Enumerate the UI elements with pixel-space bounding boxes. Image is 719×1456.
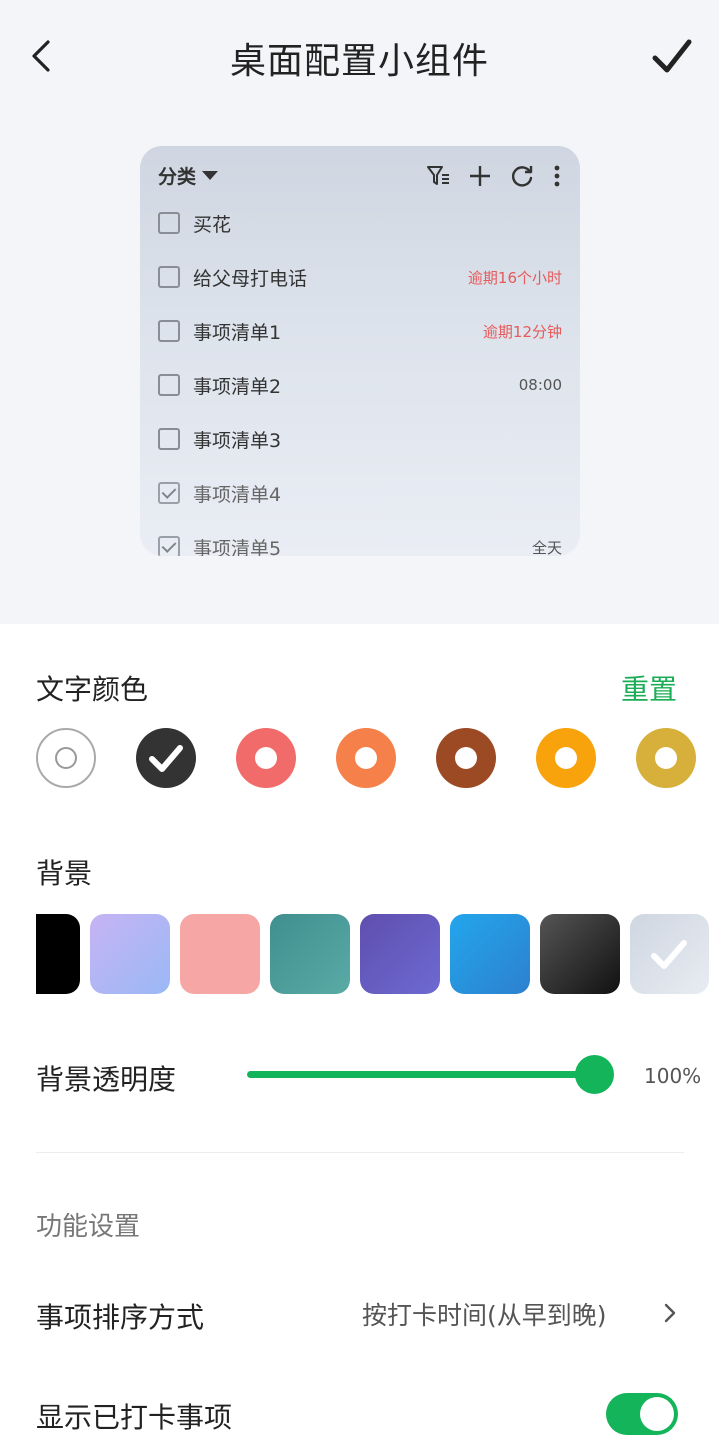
checkbox-icon <box>158 212 180 234</box>
background-tile-dark[interactable] <box>540 914 620 994</box>
page-title: 桌面配置小组件 <box>229 41 489 82</box>
list-item: 事项清单5 全天 <box>158 527 562 556</box>
item-label: 事项清单3 <box>193 429 282 452</box>
text-color-swatch-gold[interactable] <box>636 728 696 788</box>
checkbox-checked-icon <box>158 536 180 556</box>
item-meta: 逾期12分钟 <box>482 322 562 341</box>
opacity-slider-track[interactable] <box>247 1071 595 1078</box>
refresh-icon <box>510 162 534 190</box>
list-item: 事项清单2 08:00 <box>158 365 562 405</box>
background-tile-black[interactable] <box>36 914 80 994</box>
background-tile-pink[interactable] <box>180 914 260 994</box>
selected-check-icon <box>651 940 687 969</box>
background-tile-light-selected[interactable] <box>630 914 709 994</box>
add-icon <box>468 162 492 190</box>
widget-preview: 分类 买花 给父母打电话 逾期16个小时 事项清单1 逾期12分钟 事项清单2 … <box>140 146 580 556</box>
filter-icon <box>426 162 450 190</box>
text-color-swatch-white[interactable] <box>36 728 96 788</box>
item-label: 事项清单1 <box>193 321 282 344</box>
item-label: 事项清单2 <box>193 375 282 398</box>
category-dropdown: 分类 <box>158 162 219 189</box>
text-color-swatch-red[interactable] <box>236 728 296 788</box>
ring-icon <box>55 747 77 769</box>
background-tile-purple[interactable] <box>360 914 440 994</box>
checkbox-icon <box>158 374 180 396</box>
item-meta: 全天 <box>531 538 562 557</box>
background-tile-teal[interactable] <box>270 914 350 994</box>
caret-down-icon <box>202 171 219 180</box>
opacity-value: 100% <box>644 1064 702 1088</box>
selected-check-icon <box>149 745 183 772</box>
item-meta: 逾期16个小时 <box>467 268 562 287</box>
item-label: 事项清单5 <box>193 537 282 557</box>
widget-header: 分类 <box>158 162 562 194</box>
show-done-label: 显示已打卡事项 <box>36 1401 233 1434</box>
reset-button[interactable]: 重置 <box>621 668 677 708</box>
chevron-right-icon[interactable] <box>660 1300 680 1326</box>
toggle-knob <box>640 1397 674 1431</box>
background-label: 背景 <box>36 857 93 890</box>
sort-order-label[interactable]: 事项排序方式 <box>36 1296 204 1336</box>
list-item: 事项清单3 <box>158 419 562 459</box>
background-tile-blue[interactable] <box>450 914 530 994</box>
text-color-swatch-brown[interactable] <box>436 728 496 788</box>
divider <box>36 1152 684 1153</box>
list-item: 买花 <box>158 203 562 243</box>
sort-order-value[interactable]: 按打卡时间(从早到晚) <box>362 1296 607 1332</box>
text-color-swatch-orange[interactable] <box>336 728 396 788</box>
list-item: 事项清单1 逾期12分钟 <box>158 311 562 351</box>
text-color-label: 文字颜色 <box>36 673 149 706</box>
show-done-toggle[interactable] <box>606 1393 678 1435</box>
checkbox-icon <box>158 428 180 450</box>
checkbox-icon <box>158 320 180 342</box>
more-vertical-icon <box>552 162 562 190</box>
background-tile-lavender[interactable] <box>90 914 170 994</box>
opacity-slider-handle[interactable] <box>575 1055 614 1094</box>
item-meta: 08:00 <box>518 376 562 394</box>
checkbox-checked-icon <box>158 482 180 504</box>
item-label: 事项清单4 <box>193 483 282 506</box>
list-item: 给父母打电话 逾期16个小时 <box>158 257 562 297</box>
text-color-swatch-black-selected[interactable] <box>136 728 196 788</box>
function-settings-label: 功能设置 <box>36 1212 141 1242</box>
item-label: 给父母打电话 <box>193 267 308 290</box>
widget-preview-area: 桌面配置小组件 分类 买花 给父母打电话 逾期16个小时 事项清单1 逾期12分… <box>0 0 719 624</box>
text-color-swatch-amber[interactable] <box>536 728 596 788</box>
list-item: 事项清单4 <box>158 473 562 513</box>
item-label: 买花 <box>193 213 232 236</box>
category-label: 分类 <box>158 166 197 188</box>
checkbox-icon <box>158 266 180 288</box>
confirm-check-icon[interactable] <box>650 34 694 78</box>
opacity-label: 背景透明度 <box>36 1063 177 1096</box>
